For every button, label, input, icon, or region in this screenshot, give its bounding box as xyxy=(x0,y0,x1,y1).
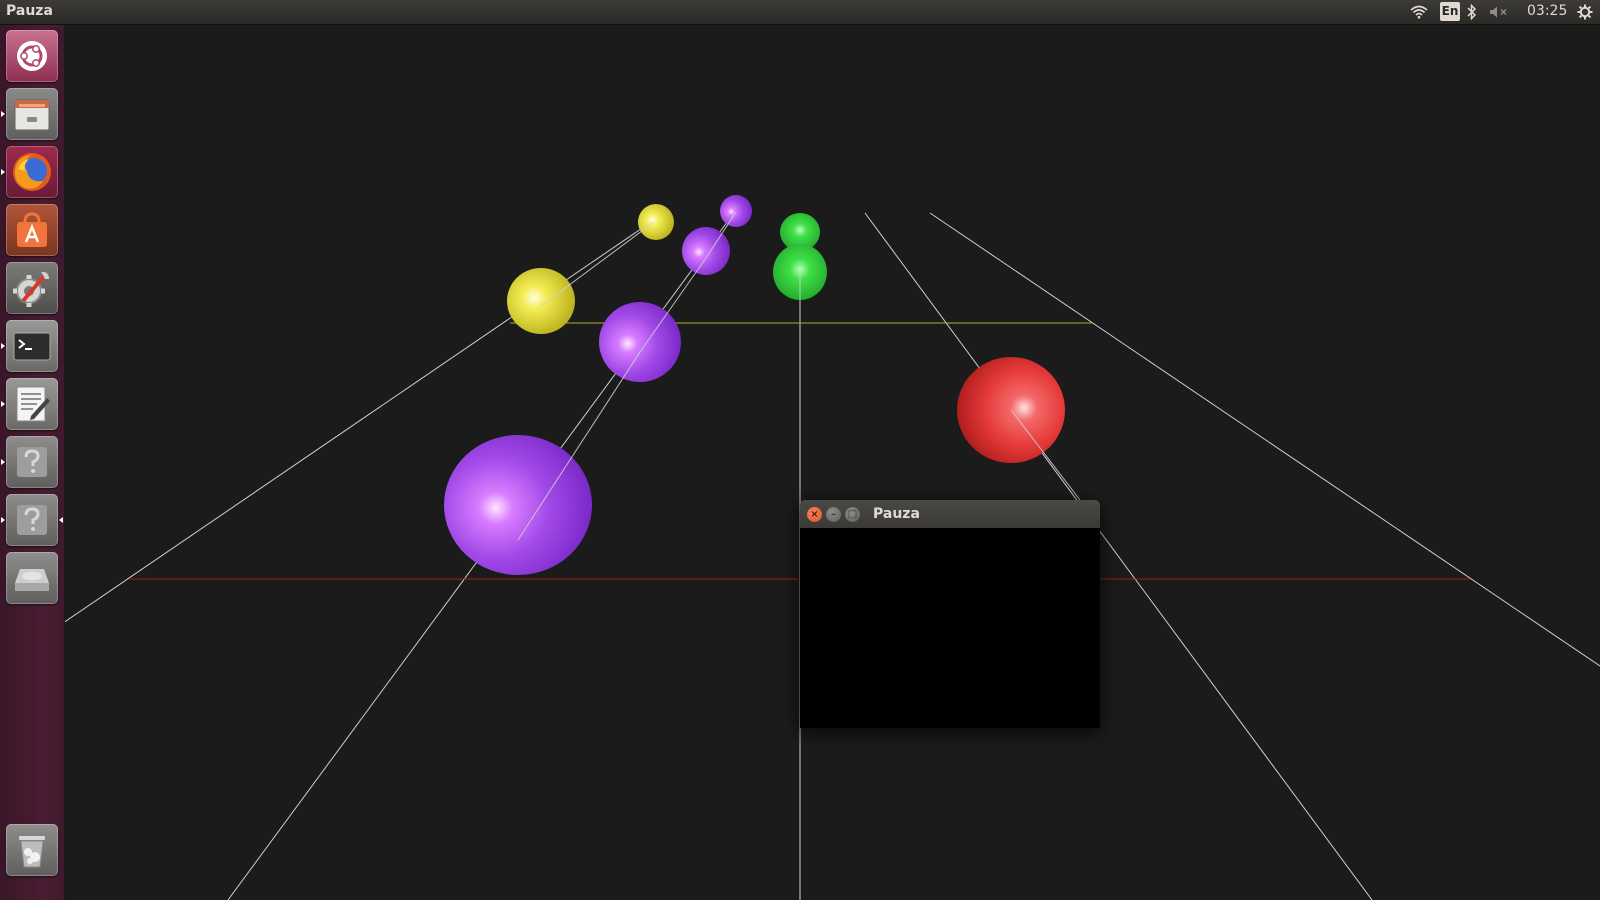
running-indicator xyxy=(1,517,5,523)
files-icon xyxy=(14,99,50,131)
keyboard-layout-indicator[interactable]: En xyxy=(1440,2,1460,21)
purple-ball xyxy=(444,435,592,575)
top-panel: Pauza En 03:25 xyxy=(0,0,1600,24)
close-button[interactable]: × xyxy=(807,507,822,522)
purple-ball xyxy=(720,195,752,227)
running-indicator xyxy=(1,401,5,407)
text-editor-launcher[interactable] xyxy=(6,378,58,430)
purple-ball xyxy=(599,302,681,382)
firefox-launcher[interactable] xyxy=(6,146,58,198)
software-center-launcher[interactable] xyxy=(6,204,58,256)
dialog-content xyxy=(800,528,1100,728)
text-editor-icon xyxy=(16,386,50,422)
wifi-icon[interactable] xyxy=(1408,0,1430,24)
unknown-app-launcher-focused[interactable] xyxy=(6,494,58,546)
terminal-icon xyxy=(13,332,51,361)
app-title: Pauza xyxy=(6,3,53,19)
unknown-app-launcher[interactable] xyxy=(6,436,58,488)
maximize-button[interactable]: □ xyxy=(845,507,860,522)
software-center-icon xyxy=(17,212,47,247)
yellow-ball xyxy=(507,268,575,334)
running-indicator xyxy=(1,343,5,349)
focused-indicator xyxy=(59,517,63,523)
system-settings-launcher[interactable] xyxy=(6,262,58,314)
trash-icon xyxy=(19,836,45,868)
clock[interactable]: 03:25 xyxy=(1527,3,1567,19)
volume-muted-icon[interactable] xyxy=(1487,0,1511,24)
yellow-ball xyxy=(638,204,674,240)
game-scene[interactable] xyxy=(0,0,1600,900)
launcher xyxy=(0,24,65,900)
minimize-button[interactable]: – xyxy=(826,507,841,522)
ubuntu-dash-button[interactable] xyxy=(6,30,58,82)
firefox-icon xyxy=(13,153,51,191)
dialog-title: Pauza xyxy=(873,506,920,522)
unknown-app-icon xyxy=(17,505,47,535)
bluetooth-icon[interactable] xyxy=(1464,0,1480,24)
running-indicator xyxy=(1,111,5,117)
ubuntu-logo-icon xyxy=(17,41,47,71)
unknown-app-icon xyxy=(17,447,47,477)
trash-launcher[interactable] xyxy=(6,824,58,876)
running-indicator xyxy=(1,169,5,175)
session-gear-icon[interactable] xyxy=(1575,0,1595,24)
disk-drive-icon xyxy=(15,569,49,591)
running-indicator xyxy=(1,459,5,465)
system-settings-icon xyxy=(13,271,49,307)
dialog-titlebar[interactable]: × – □ Pauza xyxy=(800,500,1100,528)
terminal-launcher[interactable] xyxy=(6,320,58,372)
disk-drive-launcher[interactable] xyxy=(6,552,58,604)
pauza-dialog: × – □ Pauza xyxy=(800,500,1100,728)
purple-ball xyxy=(682,227,730,275)
files-launcher[interactable] xyxy=(6,88,58,140)
